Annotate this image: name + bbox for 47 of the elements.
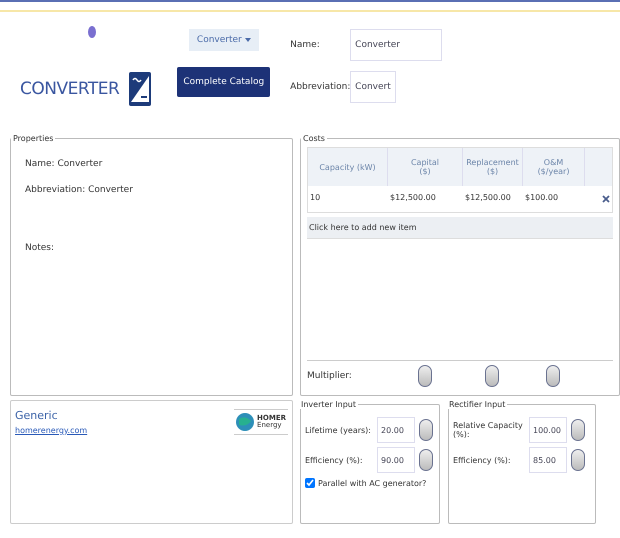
sensitivity-button[interactable]	[571, 419, 585, 441]
checkbox-label: Parallel with AC generator?	[318, 478, 426, 488]
property-text: Name: Converter	[25, 159, 104, 169]
website-link[interactable]: homerenergy.com	[15, 426, 88, 435]
panel-legend: Inverter Input	[299, 400, 358, 409]
column-header: Capital ($)	[388, 148, 463, 186]
field-label: Lifetime (years):	[305, 426, 372, 434]
column-header: Replacement ($)	[463, 148, 523, 186]
column-header: Capacity (kW)	[308, 148, 388, 186]
table-cell-text: $100.00	[524, 192, 560, 204]
component-dropdown[interactable]: Converter	[188, 29, 259, 51]
sensitivity-button[interactable]	[571, 449, 585, 471]
sensitivity-button[interactable]	[419, 449, 433, 471]
sensitivity-button[interactable]	[485, 365, 499, 387]
add-item-row[interactable]: Click here to add new item	[307, 217, 613, 239]
number-field[interactable]: 90.00	[377, 447, 415, 473]
text-field[interactable]: Convert	[350, 71, 396, 103]
column-header: O&M ($/year)	[523, 148, 585, 186]
caret-icon	[244, 38, 251, 42]
info-icon[interactable]	[88, 26, 96, 38]
panel-legend: Costs	[301, 134, 327, 143]
panel-legend: Rectifier Input	[447, 400, 508, 409]
number-field[interactable]: 85.00	[529, 447, 567, 473]
component-title: CONVERTER	[20, 79, 120, 99]
table-cell-text: 10	[309, 192, 322, 204]
field-label: Efficiency (%):	[453, 456, 512, 464]
sensitivity-button[interactable]	[418, 365, 432, 387]
multiplier-label: Multiplier:	[307, 371, 353, 381]
field-label: Abbreviation:	[290, 82, 350, 92]
complete-catalog-button[interactable]: Complete Catalog	[177, 67, 270, 97]
number-field[interactable]: 100.00	[529, 417, 567, 443]
panel-legend: Properties	[11, 134, 56, 143]
property-text: Notes:	[25, 243, 56, 253]
field-label: Relative Capacity (%):	[453, 421, 524, 439]
field-label: Efficiency (%):	[305, 456, 364, 464]
sensitivity-button[interactable]	[419, 419, 433, 441]
table-cell-text: $12,500.00	[389, 192, 437, 204]
manufacturer-name: Generic	[15, 409, 59, 422]
parallel-checkbox[interactable]	[305, 478, 315, 488]
text-field[interactable]: Converter	[350, 29, 442, 61]
number-field[interactable]: 20.00	[377, 417, 415, 443]
property-text: Abbreviation: Converter	[25, 185, 134, 195]
field-label: Name:	[290, 40, 321, 50]
sensitivity-button[interactable]	[546, 365, 560, 387]
table-cell-text: $12,500.00	[464, 192, 512, 204]
converter-icon	[129, 72, 152, 106]
delete-icon[interactable]	[602, 195, 610, 203]
